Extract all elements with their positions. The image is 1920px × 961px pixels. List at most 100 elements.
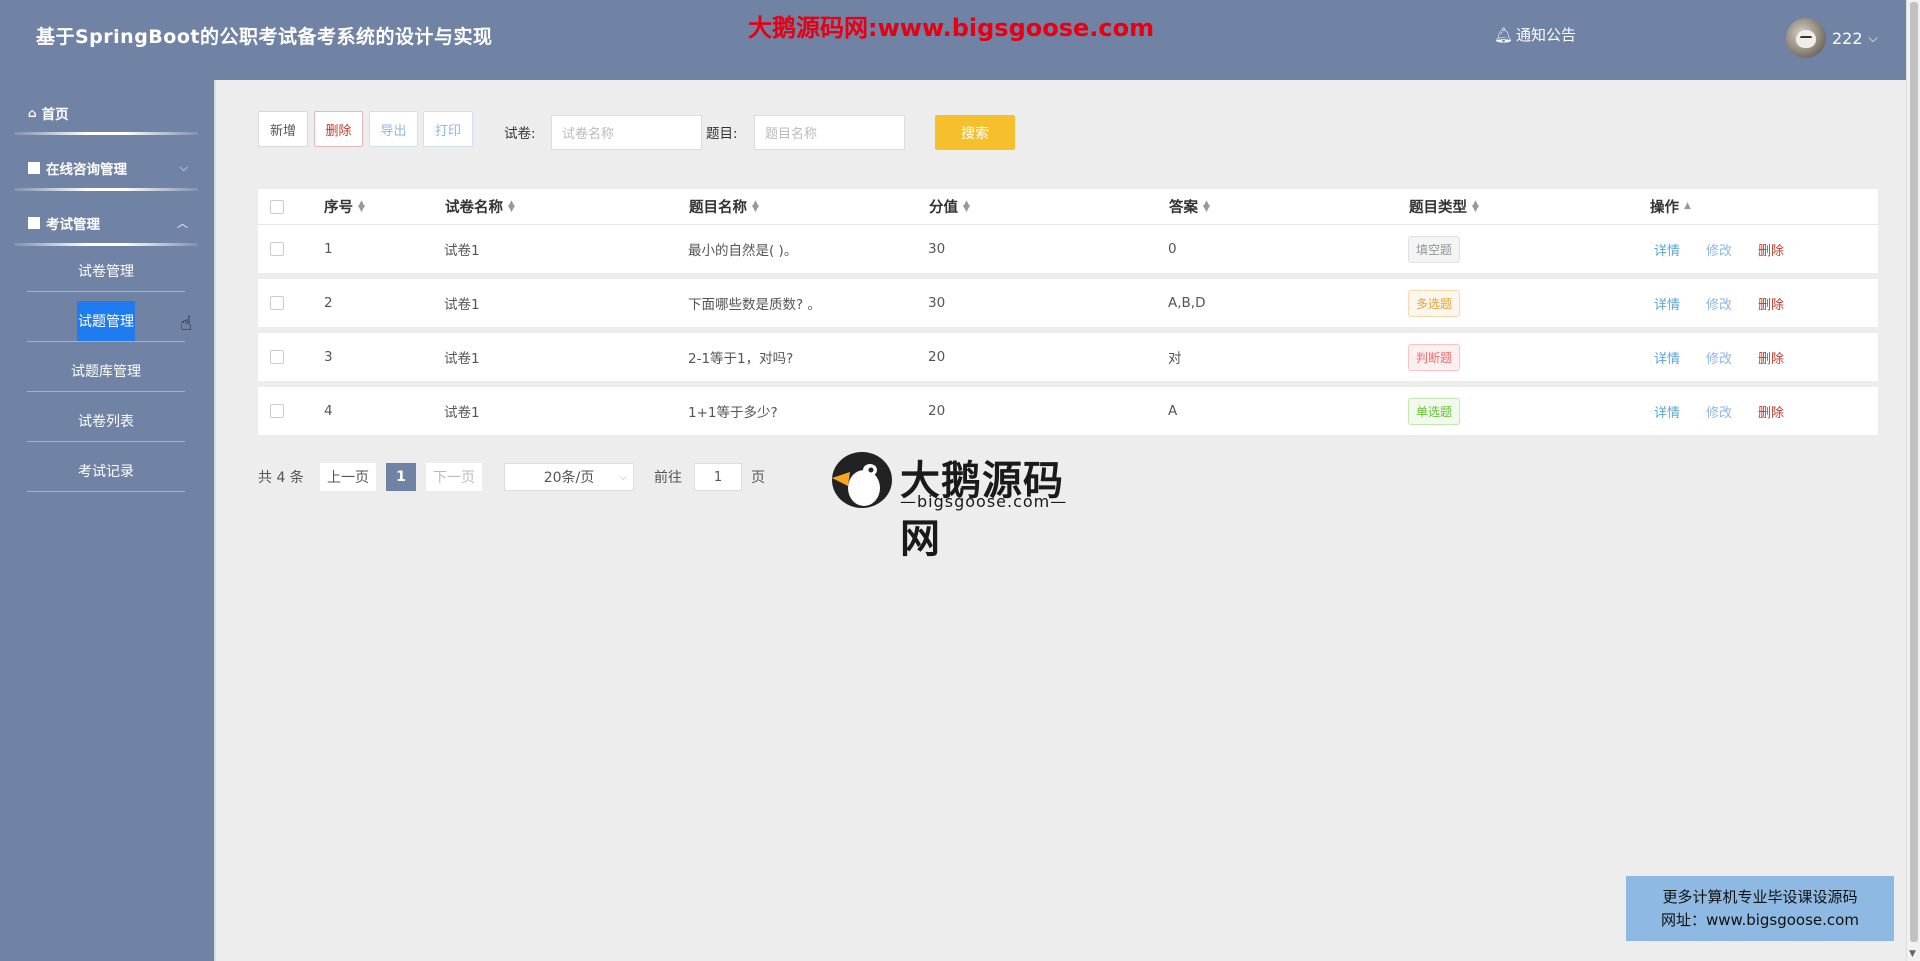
column-header-answer[interactable]: 答案 ▲ ▼: [1169, 189, 1210, 224]
promo-line-2: 网址：www.bigsgoose.com: [1661, 910, 1859, 929]
edit-link[interactable]: 修改: [1706, 402, 1732, 421]
app-title: 基于SpringBoot的公职考试备考系统的设计与实现: [36, 26, 493, 48]
sidebar-subitem-question-mgmt[interactable]: 试题管理: [27, 298, 185, 344]
sidebar-subitem-exam-records[interactable]: 考试记录: [27, 448, 185, 494]
sidebar-subitem-question-bank[interactable]: 试题库管理: [27, 348, 185, 394]
sort-icon: ▲ ▼: [1472, 198, 1479, 214]
detail-link[interactable]: 详情: [1654, 294, 1680, 313]
type-badge: 多选题: [1408, 289, 1461, 317]
chevron-down-icon: ⌵: [619, 471, 627, 483]
delete-button[interactable]: 删除: [314, 111, 363, 147]
cell-no: 1: [324, 241, 333, 257]
sidebar-item-label: 在线咨询管理: [46, 162, 127, 178]
cell-answer: A,B,D: [1168, 295, 1206, 311]
cell-type: 多选题: [1408, 279, 1461, 327]
next-page-button[interactable]: 下一页: [426, 463, 482, 491]
row-checkbox[interactable]: [270, 225, 284, 273]
delete-link[interactable]: 删除: [1758, 402, 1784, 421]
logo-subtext: —bigsgoose.com—: [900, 492, 1068, 511]
cell-actions: 详情 修改 删除: [1654, 333, 1810, 381]
delete-link[interactable]: 删除: [1758, 348, 1784, 367]
row-checkbox[interactable]: [270, 387, 284, 435]
detail-link[interactable]: 详情: [1654, 240, 1680, 259]
sidebar: ⌂ 首页 在线咨询管理 ⌵ 考试管理 ︿ 试卷管理 试题管理 试题库管理 试卷列…: [0, 80, 216, 961]
table-row: 1 试卷1 最小的自然是( )。 30 0 填空题 详情 修改 删除: [258, 225, 1878, 273]
column-header-score[interactable]: 分值 ▲ ▼: [929, 189, 970, 224]
column-header-type[interactable]: 题目类型 ▲ ▼: [1409, 189, 1479, 224]
cell-type: 判断题: [1408, 333, 1461, 381]
cell-no: 2: [324, 295, 333, 311]
row-checkbox[interactable]: [270, 279, 284, 327]
cell-actions: 详情 修改 删除: [1654, 225, 1810, 273]
cell-no: 4: [324, 403, 333, 419]
sidebar-item-home[interactable]: ⌂ 首页: [14, 93, 198, 133]
sort-icon: ▲ ▼: [508, 198, 515, 214]
notice-button[interactable]: 🔔︎ 通知公告: [1494, 24, 1576, 45]
cell-score: 20: [928, 403, 946, 419]
column-header-paper[interactable]: 试卷名称 ▲ ▼: [445, 189, 515, 224]
page-1-button[interactable]: 1: [386, 463, 416, 491]
select-all-checkbox[interactable]: [270, 189, 284, 224]
detail-link[interactable]: 详情: [1654, 348, 1680, 367]
table-row: 2 试卷1 下面哪些数是质数? 。 30 A,B,D 多选题 详情 修改 删除: [258, 279, 1878, 327]
sidebar-item-consult[interactable]: 在线咨询管理 ⌵: [14, 148, 198, 188]
username: 222: [1832, 28, 1863, 48]
search-button[interactable]: 搜索: [935, 115, 1015, 150]
cell-paper: 试卷1: [444, 243, 480, 259]
delete-link[interactable]: 删除: [1758, 294, 1784, 313]
cell-paper: 试卷1: [444, 351, 480, 367]
cell-paper: 试卷1: [444, 297, 480, 313]
detail-link[interactable]: 详情: [1654, 402, 1680, 421]
sidebar-item-label: 考试管理: [46, 217, 100, 233]
table-row: 4 试卷1 1+1等于多少? 20 A 单选题 详情 修改 删除: [258, 387, 1878, 435]
cell-score: 30: [928, 241, 946, 257]
cell-score: 20: [928, 349, 946, 365]
cell-type: 单选题: [1408, 387, 1461, 435]
question-search-input[interactable]: 题目名称: [754, 115, 905, 150]
export-button[interactable]: 导出: [369, 111, 418, 147]
divider: [27, 341, 185, 342]
menu-square-icon: [28, 162, 40, 174]
divider: [14, 132, 198, 135]
column-header-no[interactable]: 序号 ▲ ▼: [324, 189, 365, 224]
cell-score: 30: [928, 295, 946, 311]
cell-question: 2-1等于1，对吗?: [688, 351, 794, 367]
top-header: 基于SpringBoot的公职考试备考系统的设计与实现 大鹅源码网:www.bi…: [0, 0, 1906, 80]
page-size-select[interactable]: 20条/页 ⌵: [504, 463, 634, 491]
paper-search-input[interactable]: 试卷名称: [551, 115, 702, 150]
column-header-question[interactable]: 题目名称 ▲ ▼: [689, 189, 759, 224]
notice-label: 通知公告: [1516, 26, 1577, 44]
edit-link[interactable]: 修改: [1706, 294, 1732, 313]
scroll-down-arrow-icon[interactable]: ▼: [1909, 949, 1916, 959]
goto-page-input[interactable]: 1: [694, 463, 742, 491]
sidebar-subitem-paper-mgmt[interactable]: 试卷管理: [27, 248, 185, 294]
sort-icon: ▲ ▼: [752, 198, 759, 214]
row-checkbox[interactable]: [270, 333, 284, 381]
divider: [14, 243, 198, 246]
paper-filter-label: 试卷:: [504, 126, 536, 142]
cell-no: 3: [324, 349, 333, 365]
table-row: 3 试卷1 2-1等于1，对吗? 20 对 判断题 详情 修改 删除: [258, 333, 1878, 381]
sidebar-subitem-paper-list[interactable]: 试卷列表: [27, 398, 185, 444]
menu-square-icon: [28, 217, 40, 229]
cell-question: 1+1等于多少?: [688, 405, 778, 421]
promo-line-1: 更多计算机专业毕设课设源码: [1662, 887, 1858, 906]
edit-link[interactable]: 修改: [1706, 348, 1732, 367]
delete-link[interactable]: 删除: [1758, 240, 1784, 259]
print-button[interactable]: 打印: [423, 111, 473, 147]
sidebar-item-exam[interactable]: 考试管理 ︿: [14, 203, 198, 243]
chevron-down-icon: ⌵: [179, 161, 188, 174]
divider: [27, 391, 185, 392]
watermark-text: 大鹅源码网:www.bigsgoose.com: [748, 14, 1155, 42]
edit-link[interactable]: 修改: [1706, 240, 1732, 259]
vertical-scrollbar[interactable]: ▼: [1906, 0, 1920, 961]
scrollbar-thumb[interactable]: [1910, 2, 1918, 942]
prev-page-button[interactable]: 上一页: [320, 463, 376, 491]
type-badge: 填空题: [1408, 235, 1461, 263]
cell-actions: 详情 修改 删除: [1654, 279, 1810, 327]
column-header-actions[interactable]: 操作 ▲: [1650, 189, 1691, 224]
add-button[interactable]: 新增: [258, 111, 308, 147]
divider: [27, 291, 185, 292]
cell-type: 填空题: [1408, 225, 1461, 273]
user-menu[interactable]: 222 ⌵: [1786, 18, 1878, 58]
